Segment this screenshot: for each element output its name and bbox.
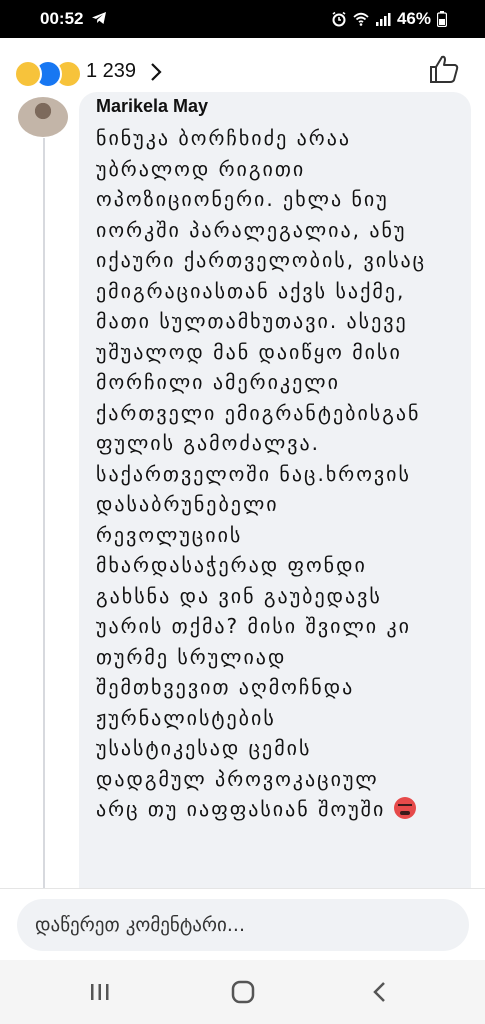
comment-line: უსასტიკესად ცემის [96,733,461,764]
comment-line-text: უშუალოდ მან დაიწყო მისი [96,339,402,364]
comment-input[interactable] [17,899,469,951]
chevron-right-icon[interactable] [150,62,162,82]
battery-percent: 46% [396,9,431,28]
status-icons: 46% [331,9,447,29]
comment-line: არც თუ იაფფასიან შოუში [96,794,461,825]
status-time: 00:52 [40,9,84,28]
comment-text: ნინუკა ბორჩხიძე არაა უბრალოდ რიგითი ოპოზიც… [96,123,461,825]
comment-line-text: დადგმულ პროვოკაციულ [96,766,379,791]
comment-author[interactable]: Marikela May [96,96,208,117]
reaction-count[interactable]: 1 239 [86,60,136,83]
comment-line-text: იორკში პარალეგალია, ანუ [96,217,407,242]
comment-line-text: ემიგრაციასთან აქვს საქმე, [96,278,406,303]
haha-emoji-icon [14,60,42,88]
comment-line-text: მხარდასაჭერად ფონდი [96,553,367,577]
comment-line-text: უბრალოდ რიგითი [96,156,306,181]
comment-line-text: არც თუ იაფფასიან შოუში [96,797,386,821]
comment-line: იქაური ქართველობის, ვისაც [96,245,461,276]
telegram-icon [92,12,106,24]
comment-line: ქართველი ემიგრანტებისგან [96,398,461,429]
battery-icon [437,11,447,27]
comment-line: მათი სულთამხუთავი. ასევე [96,306,461,337]
comment-line-text: თურმე სრულიად [96,644,287,669]
comment-line: გახსნა და ვინ გაუბედავს [96,581,461,612]
comment-line: მორჩილი ამერიკელი [96,367,461,398]
comment-line-text: უსასტიკესად ცემის [96,736,312,760]
comment-line-text: იქაური ქართველობის, ვისაც [96,248,427,272]
comment-line-text: შემთხვევით აღმოჩნდა [96,675,355,699]
comment-line: იორკში პარალეგალია, ანუ [96,215,461,246]
comment-line: ფულის გამოძალვა. [96,428,461,459]
comment-line-text: მორჩილი ამერიკელი [96,370,340,394]
comment-line: ემიგრაციასთან აქვს საქმე, [96,276,461,307]
comment-line: ნინუკა ბორჩხიძე არაა [96,123,461,154]
comment-line: თურმე სრულიად [96,642,461,673]
comment-line: შემთხვევით აღმოჩნდა [96,672,461,703]
like-thumb-icon[interactable] [428,54,460,84]
signal-icon [375,13,391,26]
recent-apps-icon[interactable] [85,978,115,1006]
author-avatar[interactable] [18,97,68,137]
reactions-header: 1 239 [0,38,485,100]
comment-line: მხარდასაჭერად ფონდი [96,550,461,581]
comment-line: დასაბრუნებელი [96,489,461,520]
android-nav-bar [0,960,485,1024]
comment-line: რევოლუციის [96,520,461,551]
comment-line-text: ქართველი ემიგრანტებისგან [96,400,421,425]
status-bar: 00:52 46% [0,0,485,38]
comment-line-text: საქართველოში ნაც.ხროვის [96,461,411,486]
comment-line-text: ნინუკა ბორჩხიძე არაა [96,126,352,150]
reaction-emojis[interactable] [14,60,82,88]
comment-line: საქართველოში ნაც.ხროვის [96,459,461,490]
comment-line-text: უარის თქმა? მისი შვილი კი [96,614,411,638]
comment-line-text: მათი სულთამხუთავი. ასევე [96,309,408,333]
comment-line: უარის თქმა? მისი შვილი კი [96,611,461,642]
comment-line-text: ფულის გამოძალვა. [96,431,321,455]
comment-line-text: ოპოზიციონერი. ეხლა ნიუ [96,187,389,211]
comment-line-text: ჟურნალისტების [96,705,276,730]
wifi-icon [353,12,369,26]
comment-line-text: დასაბრუნებელი [96,492,279,516]
comment-line: დადგმულ პროვოკაციულ [96,764,461,795]
comment-bubble: Marikela May ნინუკა ბორჩხიძე არაა უბრალოდ… [79,92,471,892]
home-icon[interactable] [228,978,258,1006]
thread-line [43,138,45,888]
comment-line-text: რევოლუციის [96,522,243,547]
comment-line-text: გახსნა და ვინ გაუბედავს [96,583,382,608]
comment-line: ოპოზიციონერი. ეხლა ნიუ [96,184,461,215]
comment-line: უბრალოდ რიგითი [96,154,461,185]
back-icon[interactable] [365,978,395,1006]
comment-line: ჟურნალისტების [96,703,461,734]
alarm-icon [332,11,346,27]
comment-line: უშუალოდ მან დაიწყო მისი [96,337,461,368]
nauseated-face-icon [393,797,416,819]
comment-composer [0,888,485,961]
